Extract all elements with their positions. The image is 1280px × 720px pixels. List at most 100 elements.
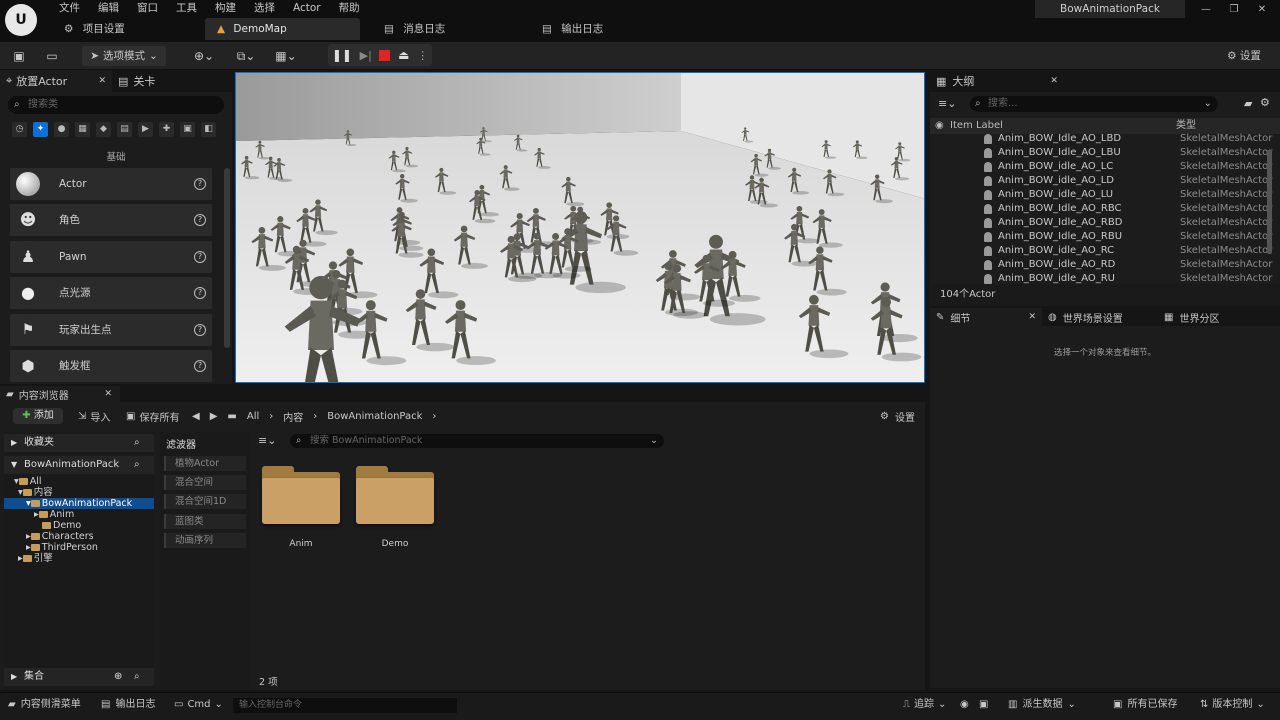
tab-details[interactable]: ✎ 细节 ✕ [930,308,1042,326]
actor-item-character[interactable]: ☻ 角色 ? [10,204,212,236]
more-category-icon[interactable]: ◧ [201,122,216,137]
search-icon[interactable]: ⌕ [134,434,140,452]
tab-project-settings[interactable]: ⚙ 项目设置 [52,18,137,40]
actor-item-pawn[interactable]: ♟ Pawn ? [10,241,212,273]
help-icon[interactable]: ? [194,178,206,190]
basic-category-icon[interactable]: ✦ [33,122,48,137]
trace-button[interactable]: ⎍ 追踪 ⌄ [903,693,946,717]
settings-button[interactable]: ⚙ 设置 [1216,46,1272,66]
tab-content-browser[interactable]: ▰ 内容浏览器 ✕ [0,386,120,402]
stop-icon[interactable] [379,49,391,61]
help-icon[interactable]: ? [194,214,206,226]
filter-icon[interactable]: ≡⌄ [938,97,956,110]
filter-item[interactable]: 混合空间1D [164,494,246,509]
outliner-row[interactable]: Anim_BOW_idle_AO_LD SkeletalMeshActor [930,174,1272,188]
scrollbar[interactable] [224,168,230,348]
outliner-row[interactable]: Anim_BOW_idle_AO_LC SkeletalMeshActor [930,160,1272,174]
source-control-button[interactable]: ⇅ 版本控制 ⌄ [1200,693,1265,717]
filter-item[interactable]: 植物Actor [164,456,246,471]
console-input[interactable]: 输入控制台命令 [233,698,457,713]
outliner-row[interactable]: Anim_BOW_Idle_AO_LBD SkeletalMeshActor [930,132,1272,146]
step-icon[interactable]: ▶| [360,49,372,62]
browse-icon[interactable]: ▭ [42,46,62,66]
add-collection-icon[interactable]: ⊕ [114,668,122,686]
search-icon[interactable]: ⌕ [134,668,140,686]
folder-anim[interactable] [262,466,340,524]
help-icon[interactable]: ? [194,251,206,263]
tree-item-bowanimationpack[interactable]: ▾ BowAnimationPack [4,498,154,509]
scrollbar[interactable] [1267,150,1272,254]
outliner-row[interactable]: Anim_BOW_idle_AO_LU SkeletalMeshActor [930,188,1272,202]
minimize-icon[interactable]: — [1192,2,1220,18]
menu-build[interactable]: 构建 [206,0,245,16]
menu-tools[interactable]: 工具 [167,0,206,16]
outliner-tab[interactable]: ▦ 大纲 ✕ [930,70,1280,92]
help-icon[interactable]: ? [194,324,206,336]
save-status[interactable]: ▣ 所有已保存 [1113,693,1177,717]
filter-item[interactable]: 动画序列 [164,533,246,548]
tab-levels[interactable]: ▤ 关卡 [118,70,155,92]
help-icon[interactable]: ? [194,360,206,372]
add-content-icon[interactable]: ⊕⌄ [190,46,218,66]
outliner-row[interactable]: Anim_BOW_idle_AO_RC SkeletalMeshActor [930,244,1272,258]
unreal-logo-icon[interactable]: U [5,4,37,36]
mode-select-button[interactable]: ➤ 选项模式 ⌄ [82,46,166,66]
search-icon[interactable]: ⌕ [134,456,140,474]
menu-actor[interactable]: Actor [284,0,330,16]
tree-item-content[interactable]: ▾ 内容 [4,487,154,498]
add-button[interactable]: ✚ 添加 [13,408,63,424]
menu-window[interactable]: 窗口 [128,0,167,16]
filter-item[interactable]: 蓝图类 [164,514,246,529]
shapes-icon[interactable]: ▣ [180,122,195,137]
pause-icon[interactable]: ❚❚ [332,48,352,62]
eject-icon[interactable]: ⏏ [398,48,409,62]
cinematics-icon[interactable]: ▦⌄ [272,46,300,66]
content-settings-button[interactable]: ⚙ 设置 [880,408,915,424]
tab-output-log[interactable]: ▤ 输出日志 [530,18,615,40]
tab-world-partition[interactable]: ▦ 世界分区 [1164,308,1219,326]
import-button[interactable]: ⇲ 导入 [78,408,110,424]
tree-item-demo[interactable]: Demo [4,520,154,531]
outliner-row[interactable]: Anim_BOW_Idle_AO_LBU SkeletalMeshActor [930,146,1272,160]
actor-item-player-start[interactable]: ⚑ 玩家出生点 ? [10,314,212,346]
tab-demomap[interactable]: ▲ DemoMap [205,18,360,40]
actor-item-actor[interactable]: Actor ? [10,168,212,200]
all-classes-icon[interactable]: ✚ [159,122,174,137]
cmd-dropdown[interactable]: ▭ Cmd ⌄ [174,693,223,717]
gear-icon[interactable]: ⚙ [1260,96,1270,109]
menu-file[interactable]: 文件 [50,0,89,16]
tab-world-settings[interactable]: ◍ 世界场景设置 [1048,308,1123,326]
volumes-icon[interactable]: ▶ [138,122,153,137]
save-all-button[interactable]: ▣ 保存所有 [126,408,179,424]
breadcrumb-content[interactable]: 内容 [283,409,303,424]
menu-select[interactable]: 选择 [245,0,284,16]
back-icon[interactable]: ◀ [192,411,200,422]
camera-icon[interactable]: ▣ [979,693,988,717]
menu-help[interactable]: 帮助 [330,0,369,16]
help-icon[interactable]: ? [194,287,206,299]
close-icon[interactable]: ✕ [1028,312,1036,322]
geometry-icon[interactable]: ▤ [117,122,132,137]
record-icon[interactable]: ◉ [960,693,969,717]
tree-item-all[interactable]: ▾ All [4,476,154,487]
folder-icon[interactable]: ▬ [227,411,236,422]
menu-edit[interactable]: 编辑 [89,0,128,16]
derived-data-button[interactable]: ▥ 派生数据 ⌄ [1008,693,1076,717]
outliner-row[interactable]: Anim_BOW_Idle_AO_RBC SkeletalMeshActor [930,202,1272,216]
forward-icon[interactable]: ▶ [210,411,218,422]
lights-icon[interactable]: ● [54,122,69,137]
actor-item-point-light[interactable]: ● 点光源 ? [10,277,212,309]
breadcrumb-bowanimationpack[interactable]: BowAnimationPack [327,411,422,422]
visual-effects-icon[interactable]: ◆ [96,122,111,137]
close-icon[interactable]: ✕ [104,389,112,399]
tree-item-characters[interactable]: ▸ Characters [4,531,154,542]
search-input[interactable]: ⌕ 搜索类 [8,96,224,114]
project-header[interactable]: ▼ BowAnimationPack ⌕ [4,456,154,474]
actor-item-trigger-box[interactable]: ⬢ 触发框 ? [10,350,212,382]
asset-search-input[interactable]: ⌕ 搜索 BowAnimationPack ⌄ [290,434,664,448]
save-icon[interactable]: ▣ [10,46,28,66]
outliner-row[interactable]: Anim_BOW_Idle_AO_RBD SkeletalMeshActor [930,216,1272,230]
recent-icon[interactable]: ◷ [12,122,27,137]
outliner-search-input[interactable]: ⌕ 搜索... ⌄ [970,96,1218,112]
tree-item-thirdperson[interactable]: ▸ ThirdPerson [4,542,154,553]
